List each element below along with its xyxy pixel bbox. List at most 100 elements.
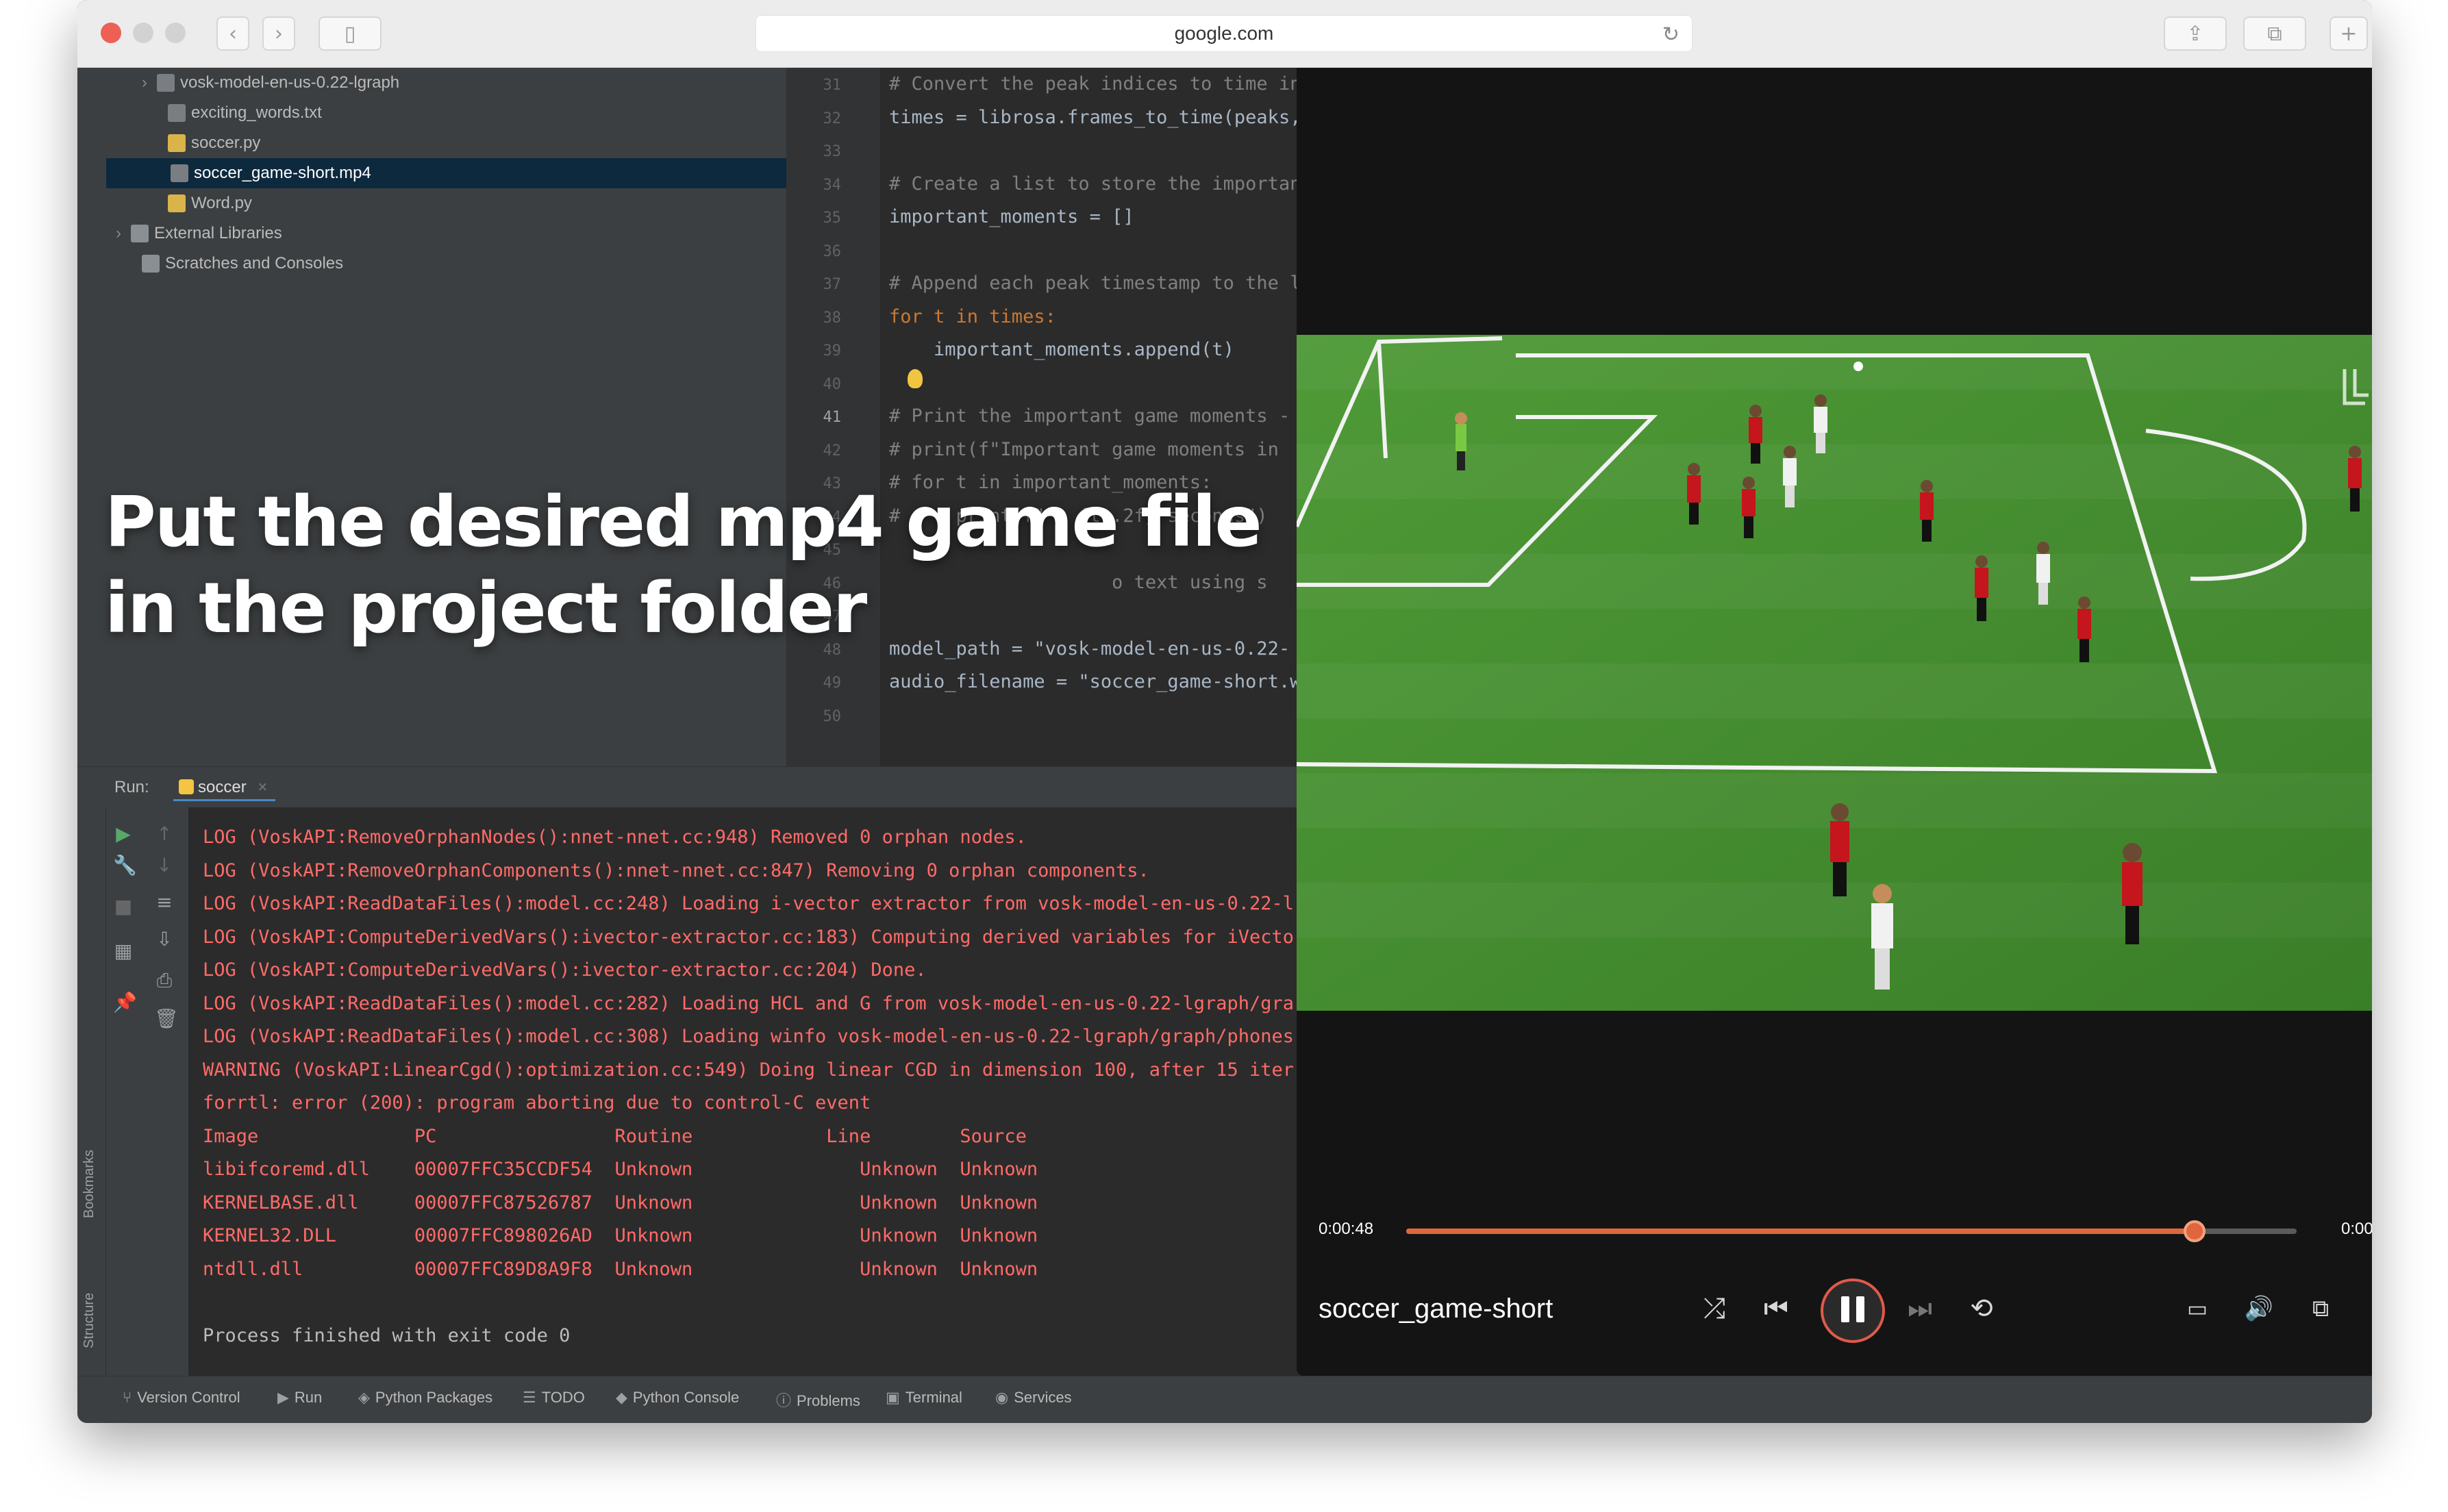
browser-window: ‹ › ▯ google.com ↻ ⇪ ⧉ + › vosk-model-en-… bbox=[77, 0, 2372, 1423]
code-line[interactable]: 39 important_moments.append(t) bbox=[786, 333, 1321, 366]
todo-tab[interactable]: ☰ TODO bbox=[523, 1389, 585, 1407]
tree-item-word-py[interactable]: Word.py bbox=[168, 188, 252, 218]
console-line: Process finished with exit code 0 bbox=[203, 1324, 571, 1346]
tree-item-vosk-model[interactable]: › vosk-model-en-us-0.22-lgraph bbox=[142, 68, 399, 98]
run-tab-label: soccer bbox=[198, 778, 247, 796]
code-line[interactable]: 37 # Append each peak timestamp to the l bbox=[786, 267, 1321, 300]
line-number: 31 bbox=[823, 77, 842, 94]
close-icon[interactable]: × bbox=[258, 778, 267, 796]
code-line[interactable]: 34 # Create a list to store the importan bbox=[786, 168, 1321, 201]
chevron-left-icon: ‹ bbox=[229, 21, 237, 46]
next-button[interactable]: ⏭ bbox=[1899, 1288, 1940, 1329]
shuffle-button[interactable]: ⤮ bbox=[1694, 1288, 1735, 1329]
code-line[interactable]: 33 bbox=[786, 134, 1321, 167]
seek-bar-progress bbox=[1406, 1228, 2195, 1234]
code-editor[interactable]: 31 # Convert the peak indices to time in 3… bbox=[786, 68, 1321, 766]
new-tab-button[interactable]: + bbox=[2330, 16, 2368, 51]
caption-line-1: Put the desired mp4 game file bbox=[105, 481, 1262, 563]
problems-tab[interactable]: ⓘ Problems bbox=[776, 1389, 860, 1411]
reload-icon[interactable]: ↻ bbox=[1662, 23, 1679, 47]
forward-button[interactable]: › bbox=[262, 16, 295, 51]
code-line[interactable]: 38 for t in times: bbox=[786, 301, 1321, 333]
code-line[interactable]: 49 audio_filename = "soccer_game-short.w bbox=[786, 666, 1321, 698]
line-number: 33 bbox=[823, 143, 842, 160]
console-line: LOG (VoskAPI:ReadDataFiles():model.cc:28… bbox=[203, 992, 1295, 1014]
tree-item-soccer-py[interactable]: soccer.py bbox=[168, 128, 260, 158]
tab-label: Python Packages bbox=[375, 1389, 493, 1406]
folder-icon bbox=[157, 74, 175, 92]
python-icon bbox=[179, 779, 194, 794]
code-line[interactable]: 36 bbox=[786, 234, 1321, 267]
run-console[interactable]: ▶ ↑ 🔧 ↓ ■ ≡ ⇩ ▦ ⎙ 📌 🗑 LOG (VoskAPI:Remov… bbox=[77, 807, 1321, 1376]
tree-item-exciting-words[interactable]: exciting_words.txt bbox=[168, 98, 322, 128]
python-console-tab[interactable]: ◆ Python Console bbox=[616, 1389, 739, 1407]
code-text: # print(f"Important game moments in bbox=[889, 438, 1279, 460]
code-line[interactable]: 31 # Convert the peak indices to time in bbox=[786, 68, 1321, 101]
console-line: libifcoremd.dll 00007FFC35CCDF54 Unknown… bbox=[203, 1159, 1038, 1180]
video-frame[interactable] bbox=[1297, 335, 2372, 1011]
chevron-right-icon: › bbox=[275, 21, 283, 46]
captions-button[interactable]: ▭ bbox=[2177, 1288, 2218, 1329]
code-line[interactable]: 42 # print(f"Important game moments in bbox=[786, 433, 1321, 466]
code-line[interactable]: 35 important_moments = [] bbox=[786, 201, 1321, 234]
code-line[interactable]: 41 # Print the important game moments - bbox=[786, 400, 1321, 433]
print-icon[interactable]: ⎙ bbox=[154, 970, 175, 991]
terminal-icon: ▣ bbox=[886, 1389, 900, 1406]
sidebar-toggle-button[interactable]: ▯ bbox=[319, 16, 382, 51]
seek-bar[interactable] bbox=[1406, 1220, 2297, 1242]
arrow-down-icon[interactable]: ↓ bbox=[154, 855, 175, 876]
left-tool-strip: Bookmarks Structure bbox=[77, 807, 106, 1376]
code-line[interactable]: 50 bbox=[786, 699, 1321, 732]
plus-icon: + bbox=[2340, 21, 2358, 46]
code-text: # Append each peak timestamp to the l bbox=[889, 273, 1301, 294]
python-icon: ◆ bbox=[616, 1389, 627, 1406]
structure-tab[interactable]: Structure bbox=[82, 1293, 97, 1348]
console-line: LOG (VoskAPI:ComputeDerivedVars():ivecto… bbox=[203, 959, 927, 981]
tree-item-scratches[interactable]: Scratches and Consoles bbox=[142, 249, 343, 279]
code-text: # Convert the peak indices to time in bbox=[889, 73, 1301, 94]
zoom-window-button[interactable] bbox=[165, 23, 186, 43]
seek-handle[interactable] bbox=[2183, 1220, 2206, 1242]
repeat-button[interactable]: ⟲ bbox=[1961, 1288, 2002, 1329]
media-title: soccer_game-short bbox=[1319, 1294, 1553, 1324]
run-tool-tab[interactable]: ▶ Run bbox=[277, 1389, 322, 1407]
console-line: LOG (VoskAPI:ReadDataFiles():model.cc:30… bbox=[203, 1026, 1295, 1047]
previous-button[interactable]: ⏮ bbox=[1756, 1288, 1797, 1329]
pin-icon[interactable]: 📌 bbox=[113, 992, 137, 1013]
pause-button[interactable] bbox=[1821, 1278, 1885, 1343]
tabs-overview-button[interactable]: ⧉ bbox=[2243, 16, 2306, 51]
line-number: 40 bbox=[823, 375, 842, 393]
back-button[interactable]: ‹ bbox=[216, 16, 249, 51]
arrow-up-icon[interactable]: ↑ bbox=[154, 824, 175, 844]
tree-item-external-libraries[interactable]: › External Libraries bbox=[116, 218, 282, 249]
code-text: important_moments.append(t) bbox=[889, 339, 1234, 360]
miniplayer-button[interactable]: ⧉ bbox=[2300, 1288, 2341, 1329]
packages-icon: ◈ bbox=[358, 1389, 370, 1406]
soft-wrap-icon[interactable]: ≡ bbox=[154, 892, 175, 913]
python-packages-tab[interactable]: ◈ Python Packages bbox=[358, 1389, 492, 1407]
code-line[interactable]: 32 times = librosa.frames_to_time(peaks, bbox=[786, 101, 1321, 134]
wrench-icon[interactable]: 🔧 bbox=[113, 855, 137, 876]
layout-icon[interactable]: ▦ bbox=[113, 941, 134, 961]
tree-item-soccer-mp4[interactable]: soccer_game-short.mp4 bbox=[106, 158, 786, 188]
lightbulb-icon[interactable] bbox=[908, 369, 923, 388]
tree-item-label: soccer_game-short.mp4 bbox=[194, 164, 371, 182]
minimize-window-button[interactable] bbox=[133, 23, 153, 43]
address-bar[interactable]: google.com ↻ bbox=[755, 15, 1693, 52]
play-icon: ▶ bbox=[277, 1389, 289, 1406]
services-tab[interactable]: ◉ Services bbox=[995, 1389, 1072, 1407]
close-window-button[interactable] bbox=[101, 23, 121, 43]
bookmarks-tab[interactable]: Bookmarks bbox=[82, 1150, 97, 1218]
console-line: ntdll.dll 00007FFC89D8A9F8 Unknown Unkno… bbox=[203, 1258, 1038, 1280]
code-line[interactable]: 40 bbox=[786, 367, 1321, 400]
version-control-tab[interactable]: ⑂ Version Control bbox=[123, 1389, 240, 1407]
line-number: 49 bbox=[823, 675, 842, 692]
share-button[interactable]: ⇪ bbox=[2164, 16, 2227, 51]
terminal-tab[interactable]: ▣ Terminal bbox=[886, 1389, 962, 1407]
volume-button[interactable]: 🔊 bbox=[2238, 1288, 2280, 1329]
stop-icon[interactable]: ■ bbox=[113, 896, 134, 917]
run-tab-soccer[interactable]: soccer × bbox=[173, 774, 276, 801]
scroll-to-end-icon[interactable]: ⇩ bbox=[154, 929, 175, 950]
trash-icon[interactable]: 🗑 bbox=[154, 1009, 179, 1029]
rerun-icon[interactable]: ▶ bbox=[113, 824, 134, 844]
